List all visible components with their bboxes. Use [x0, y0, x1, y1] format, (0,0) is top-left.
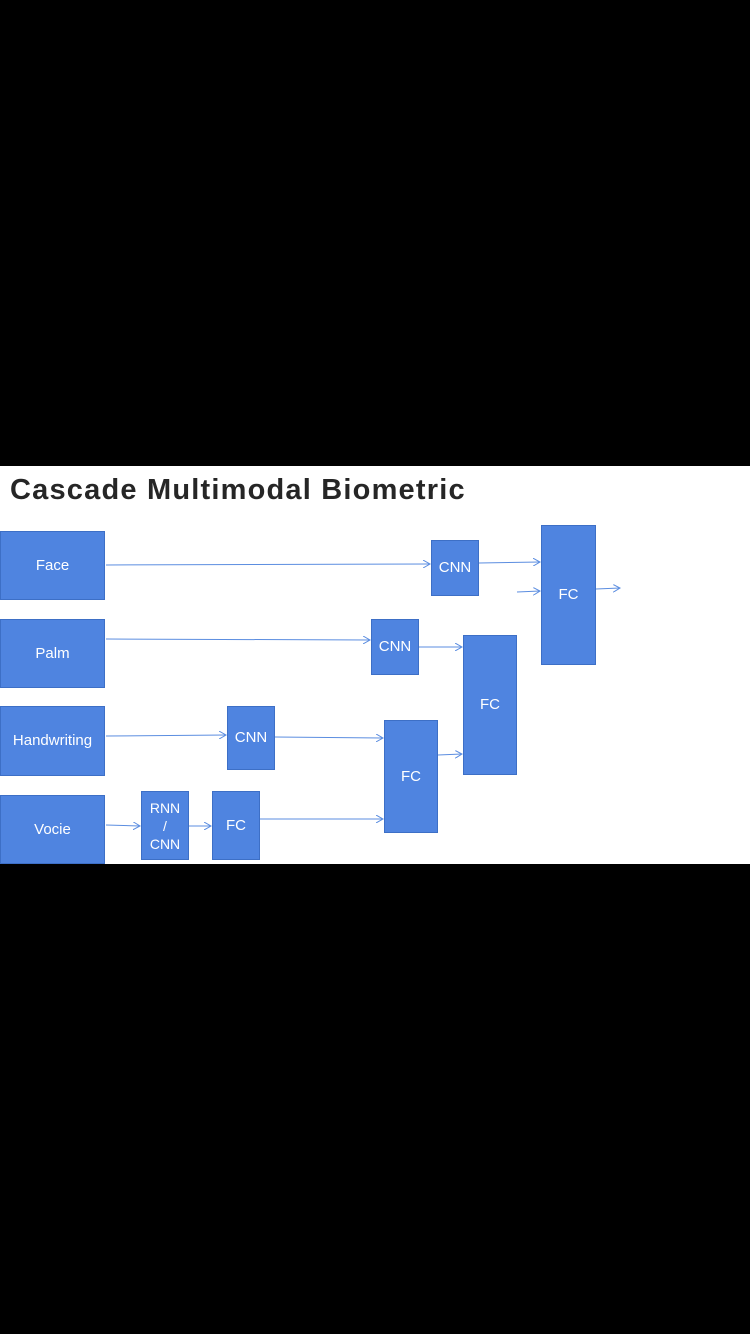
edge-handwriting-cnn-to-fc1 [274, 737, 383, 738]
voice-fc-node: FC [212, 791, 260, 860]
face-cnn-node: CNN [431, 540, 479, 596]
diagram-slide: Cascade Multimodal Biometric Face Palm H… [0, 466, 750, 864]
voice-rnn-cnn-node: RNN / CNN [141, 791, 189, 860]
input-face: Face [0, 531, 105, 600]
handwriting-cnn-node: CNN [227, 706, 275, 770]
edge-face-cnn-to-fc3 [478, 562, 540, 563]
edge-voice-to-rnn [105, 825, 140, 826]
input-palm: Palm [0, 619, 105, 688]
edge-fc2-to-fc3 [516, 591, 540, 592]
edge-palm-to-cnn [105, 639, 370, 640]
edge-handwriting-to-cnn [105, 735, 226, 736]
input-handwriting: Handwriting [0, 706, 105, 776]
input-voice: Vocie [0, 795, 105, 864]
edge-face-to-cnn [105, 564, 430, 565]
fc-level1-node: FC [384, 720, 438, 833]
fc-level2-node: FC [463, 635, 517, 775]
edge-fc3-output [595, 588, 620, 589]
edge-fc1-to-fc2 [437, 754, 462, 755]
fc-final-node: FC [541, 525, 596, 665]
palm-cnn-node: CNN [371, 619, 419, 675]
